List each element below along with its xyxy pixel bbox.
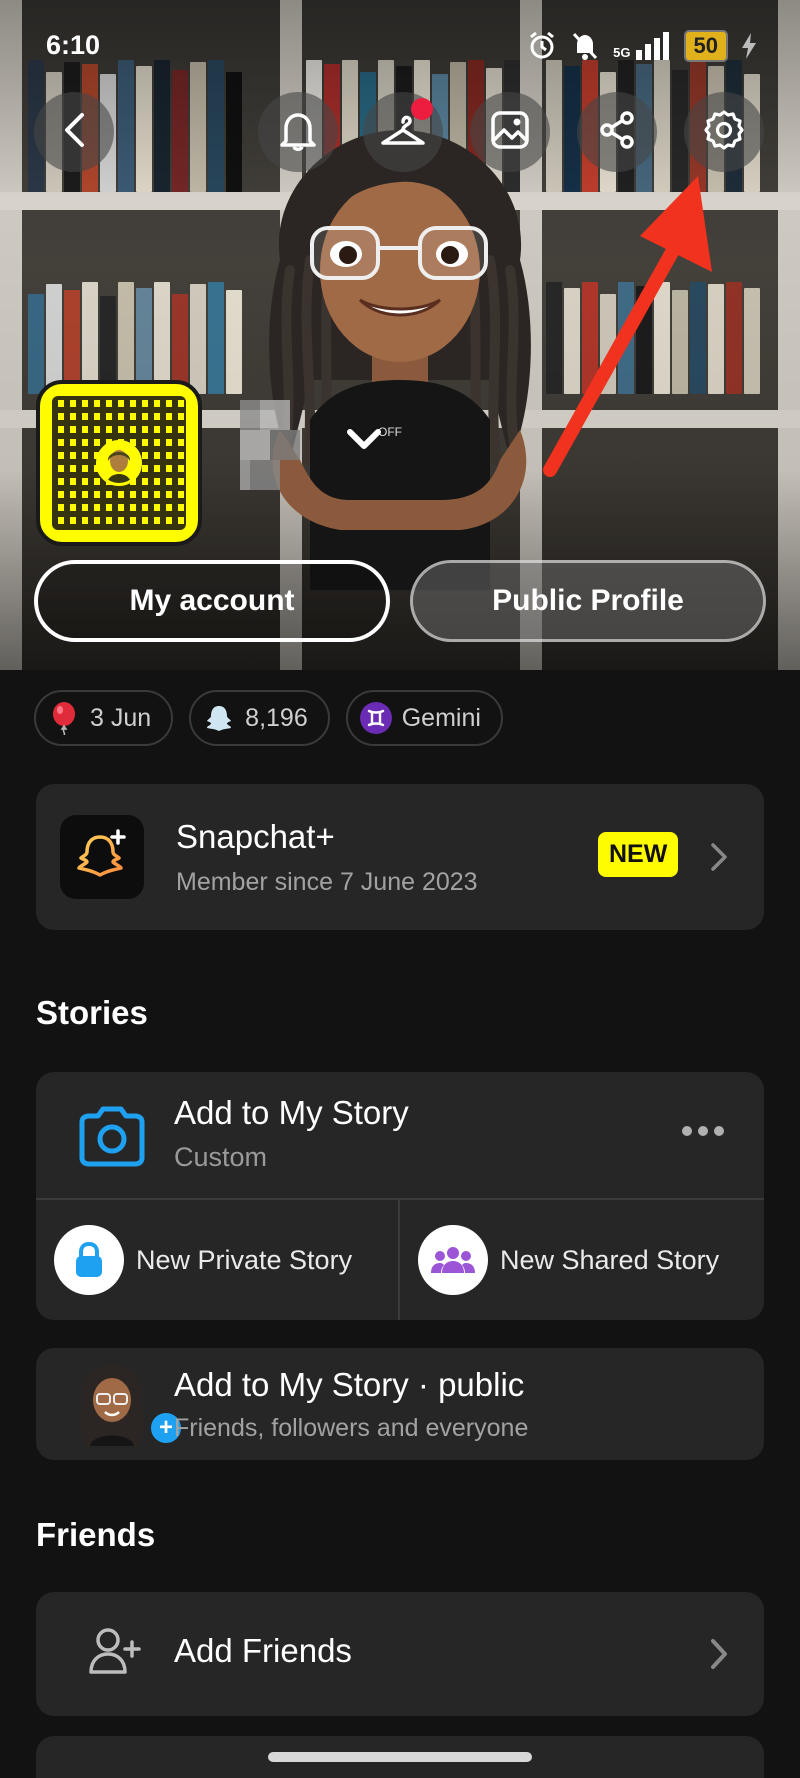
add-to-my-story-row[interactable]: Add to My Story Custom (36, 1072, 764, 1200)
add-to-public-story-row[interactable]: + Add to My Story · public Friends, foll… (36, 1348, 764, 1460)
annotation-arrow (543, 176, 712, 477)
notification-dot (411, 98, 433, 120)
image-icon (490, 110, 530, 155)
snapchat-plus-title: Snapchat+ (176, 818, 335, 855)
status-icons: 5G 50 (527, 30, 756, 62)
bell-icon (278, 109, 318, 156)
camera-icon (76, 1106, 148, 1173)
add-to-my-story-title: Add to My Story (174, 1094, 409, 1131)
snapchat-plus-icon (60, 815, 144, 899)
chevron-down-icon[interactable] (346, 428, 382, 457)
share-icon (597, 110, 637, 155)
snapcode-avatar (96, 440, 142, 486)
new-shared-story-label: New Shared Story (500, 1244, 720, 1275)
gear-icon (703, 109, 745, 156)
stories-section-title: Stories (36, 994, 148, 1031)
snapscore-label: 8,196 (245, 703, 308, 732)
group-icon (418, 1225, 488, 1295)
back-icon (62, 112, 86, 153)
more-options-icon[interactable] (682, 1126, 724, 1136)
bitmoji-avatar[interactable]: OFF (240, 130, 560, 590)
battery-indicator: 50 (683, 30, 728, 62)
stories-card: Add to My Story Custom New Private Story… (36, 1072, 764, 1320)
lock-icon (54, 1225, 124, 1295)
birthday-label: 3 Jun (90, 703, 152, 732)
chevron-right-icon (710, 842, 728, 877)
add-friends-label: Add Friends (174, 1632, 352, 1669)
status-bar: 6:10 5G 50 (0, 0, 800, 90)
ghost-icon (203, 702, 235, 734)
profile-avatar (79, 1364, 145, 1446)
new-private-story-button[interactable]: New Private Story (36, 1200, 400, 1320)
snapscore-chip[interactable]: 8,196 (189, 690, 330, 746)
signal-icon: 5G (613, 32, 669, 60)
home-indicator[interactable] (268, 1752, 532, 1762)
profile-chips: 3 Jun 8,196 Gemini (34, 690, 503, 746)
cameo-button[interactable] (470, 92, 550, 172)
add-friends-row[interactable]: Add Friends (36, 1592, 764, 1716)
snapchat-plus-card[interactable]: Snapchat+ Member since 7 June 2023 NEW (36, 784, 764, 930)
add-friend-icon (88, 1626, 142, 1681)
muted-bell-icon (571, 31, 599, 61)
new-badge: NEW (598, 832, 679, 877)
snapchat-plus-subtitle: Member since 7 June 2023 (176, 868, 478, 896)
public-story-title: Add to My Story · public (174, 1366, 525, 1403)
snapcode[interactable] (36, 380, 202, 546)
snapcode-pattern (52, 396, 186, 530)
zodiac-chip[interactable]: Gemini (345, 690, 503, 746)
birthday-chip[interactable]: 3 Jun (34, 690, 174, 746)
chevron-right-icon (710, 1638, 728, 1675)
gemini-icon (359, 702, 392, 734)
back-button[interactable] (34, 92, 114, 172)
add-to-my-story-subtitle: Custom (174, 1142, 268, 1172)
new-shared-story-button[interactable]: New Shared Story (400, 1200, 764, 1320)
outfit-button[interactable] (363, 92, 443, 172)
my-account-button[interactable]: My account (34, 560, 390, 642)
public-story-subtitle: Friends, followers and everyone (174, 1414, 529, 1442)
new-private-story-label: New Private Story (136, 1244, 353, 1275)
public-profile-button[interactable]: Public Profile (410, 560, 766, 642)
friends-section-title: Friends (36, 1516, 156, 1553)
network-type: 5G (613, 45, 631, 60)
charging-icon (742, 33, 756, 59)
notifications-button[interactable] (258, 92, 338, 172)
zodiac-label: Gemini (401, 703, 481, 732)
status-time: 6:10 (46, 30, 101, 60)
alarm-icon (527, 31, 557, 61)
balloon-icon (48, 702, 80, 735)
